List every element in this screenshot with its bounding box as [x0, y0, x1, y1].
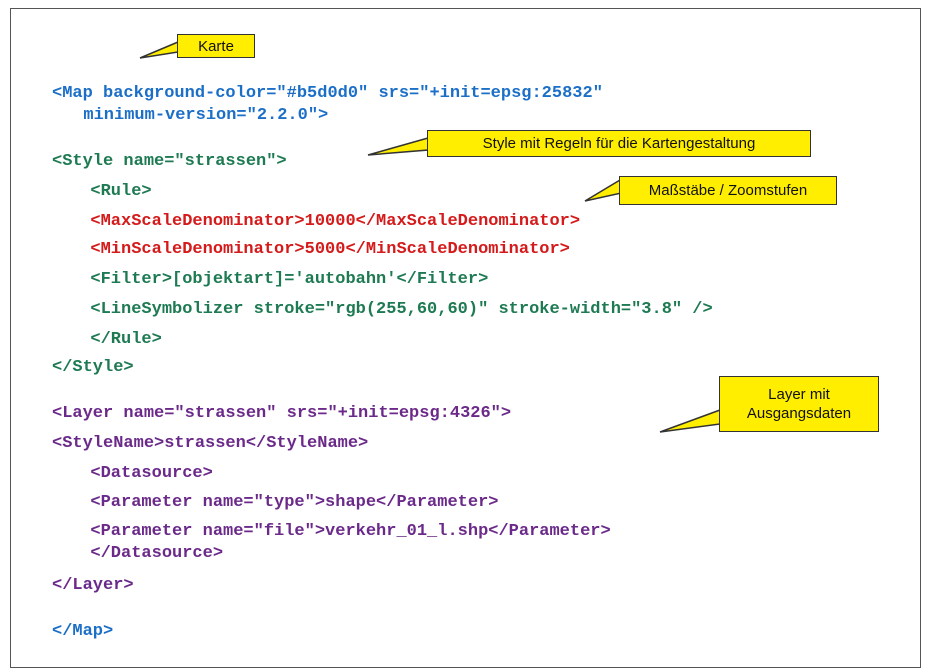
style-callout-tail — [367, 137, 429, 156]
layer-callout-text-line2: Ausgangsdaten — [746, 405, 852, 422]
scales-callout: Maßstäbe / Zoomstufen — [619, 176, 837, 205]
style-callout-text: Style mit Regeln für die Kartengestaltun… — [482, 135, 756, 152]
karte-callout-text: Karte — [198, 37, 234, 55]
style-callout: Style mit Regeln für die Kartengestaltun… — [427, 130, 811, 157]
karte-callout: Karte — [177, 34, 255, 58]
scales-callout-text: Maßstäbe / Zoomstufen — [648, 182, 808, 199]
karte-callout-tail — [139, 40, 179, 59]
layer-callout-text-line1: Layer mit — [768, 386, 830, 403]
layer-callout-tail — [659, 408, 721, 433]
layer-callout: Layer mit Ausgangsdaten — [719, 376, 879, 432]
callout-tails — [139, 40, 721, 433]
